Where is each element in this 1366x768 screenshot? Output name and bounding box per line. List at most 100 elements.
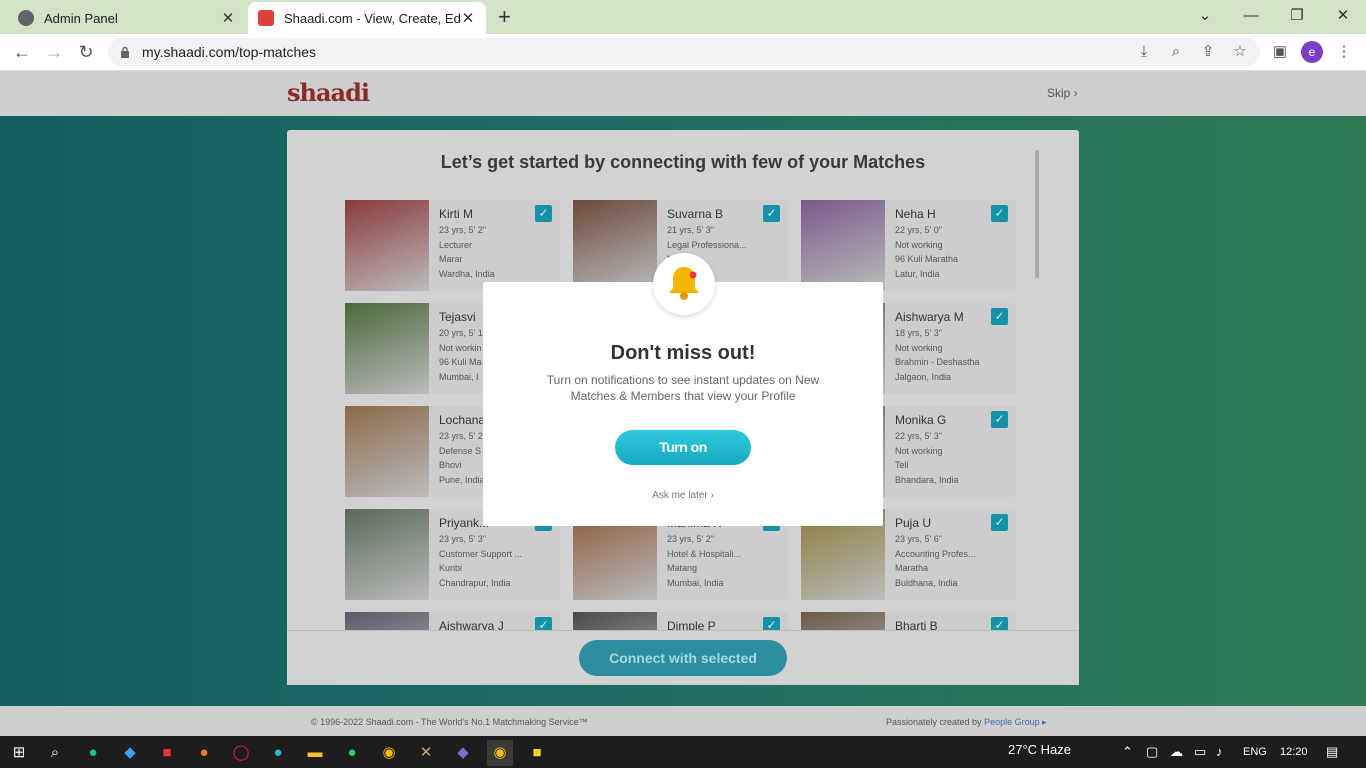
- match-name: Neha H: [895, 207, 936, 221]
- modal-title: Don't miss out!: [610, 342, 756, 364]
- scrollbar[interactable]: [1035, 150, 1039, 278]
- edge-icon[interactable]: ●: [265, 740, 291, 766]
- ask-me-later-link[interactable]: Ask me later ›: [483, 490, 883, 501]
- select-checkbox[interactable]: ✓: [763, 205, 780, 222]
- side-panel-icon[interactable]: ▣: [1270, 42, 1290, 62]
- close-window-button[interactable]: ✕: [1320, 4, 1366, 28]
- bookmark-star-icon[interactable]: ☆: [1230, 42, 1250, 62]
- match-name: Tejasvi: [439, 310, 476, 324]
- match-card[interactable]: Dimple P ✓: [573, 612, 788, 630]
- match-detail: 23 yrs, 5' 2": [667, 534, 714, 544]
- match-name: Puja U: [895, 516, 932, 530]
- grammarly-icon[interactable]: ●: [80, 740, 106, 766]
- reload-button[interactable]: ↻: [74, 40, 98, 64]
- match-photo[interactable]: [345, 612, 429, 630]
- sticky-notes-icon[interactable]: ■: [524, 740, 550, 766]
- minimize-button[interactable]: —: [1228, 4, 1274, 28]
- chrome-active-icon[interactable]: ◉: [487, 740, 513, 766]
- tab-shaadi[interactable]: Shaadi.com - View, Create, Edit, C ✕: [248, 2, 486, 34]
- match-card[interactable]: Kirti M 23 yrs, 5' 2" Lecturer Marar Wardha,…: [345, 200, 560, 291]
- people-group-link[interactable]: People Group ▸: [984, 717, 1047, 727]
- match-name: Dimple P: [667, 619, 716, 630]
- match-card[interactable]: Bharti B ✓: [801, 612, 1016, 630]
- match-detail: Lecturer: [439, 239, 473, 250]
- select-checkbox[interactable]: ✓: [991, 617, 1008, 630]
- match-detail: Customer Support ...: [439, 548, 523, 559]
- forward-button[interactable]: →: [42, 40, 66, 64]
- clock[interactable]: 12:20: [1280, 746, 1308, 758]
- connect-with-selected-button[interactable]: Connect with selected: [579, 640, 787, 676]
- app-icon[interactable]: ✕: [413, 740, 439, 766]
- windows-start-icon[interactable]: ⊞: [6, 740, 32, 766]
- menu-kebab-icon[interactable]: ⋮: [1334, 42, 1354, 62]
- new-tab-button[interactable]: +: [498, 4, 511, 30]
- tab-search-icon[interactable]: ⌄: [1182, 4, 1228, 28]
- page-title: Let’s get started by connecting with few…: [440, 152, 926, 172]
- match-photo[interactable]: [801, 200, 885, 291]
- match-name: Kirti M: [439, 207, 473, 221]
- select-checkbox[interactable]: ✓: [535, 617, 552, 630]
- match-detail: Teli: [895, 460, 909, 470]
- url-text: my.shaadi.com/top-matches: [142, 44, 317, 60]
- shaadi-logo[interactable]: shaadi: [287, 78, 370, 107]
- install-icon[interactable]: ⤓: [1134, 42, 1154, 62]
- tab-title: Shaadi.com - View, Create, Edit, C: [284, 10, 460, 26]
- tab-admin-panel[interactable]: Admin Panel ✕: [8, 2, 246, 34]
- select-checkbox[interactable]: ✓: [991, 411, 1008, 428]
- volume-icon[interactable]: ♪: [1216, 744, 1223, 759]
- match-photo[interactable]: [573, 200, 657, 291]
- whatsapp-icon[interactable]: ●: [339, 740, 365, 766]
- select-checkbox[interactable]: ✓: [991, 308, 1008, 325]
- match-detail: Matang: [667, 563, 698, 573]
- vscode-icon[interactable]: ◆: [117, 740, 143, 766]
- match-name: Suvarna B: [667, 207, 724, 221]
- close-tab-icon[interactable]: ✕: [460, 9, 476, 27]
- notifications-icon[interactable]: ▤: [1326, 744, 1338, 760]
- close-tab-icon[interactable]: ✕: [220, 9, 236, 27]
- meet-icon[interactable]: ▢: [1146, 744, 1158, 760]
- match-detail: 22 yrs, 5' 0": [895, 225, 942, 235]
- match-name: Lochana: [439, 413, 486, 427]
- language-indicator[interactable]: ENG: [1243, 746, 1267, 758]
- turn-on-button[interactable]: Turn on: [615, 430, 751, 465]
- match-photo[interactable]: [345, 509, 429, 600]
- match-photo[interactable]: [345, 406, 429, 497]
- match-detail: 23 yrs, 5' 6": [895, 534, 942, 544]
- site-header: [0, 71, 1366, 116]
- match-card[interactable]: Aishwarya J ✓: [345, 612, 560, 630]
- file-explorer-icon[interactable]: ▬: [302, 740, 328, 766]
- match-detail: Not working: [895, 342, 943, 353]
- restore-button[interactable]: ❐: [1274, 4, 1320, 28]
- cloud-icon[interactable]: ☁: [1170, 744, 1183, 760]
- select-checkbox[interactable]: ✓: [763, 617, 780, 630]
- match-detail: Hotel & Hospitali...: [667, 548, 742, 559]
- opera-icon[interactable]: ◯: [228, 740, 254, 766]
- match-photo[interactable]: [573, 612, 657, 630]
- address-bar[interactable]: my.shaadi.com/top-matches: [108, 38, 1260, 66]
- weather-widget[interactable]: 27°C Haze: [1008, 742, 1071, 757]
- bell-icon: [669, 267, 699, 300]
- match-photo[interactable]: [345, 303, 429, 394]
- skip-link[interactable]: Skip ›: [1047, 86, 1078, 100]
- tab-title: Admin Panel: [44, 10, 118, 26]
- match-card[interactable]: Neha H 22 yrs, 5' 0" Not working 96 Kuli Ma…: [801, 200, 1016, 291]
- firefox-icon[interactable]: ●: [191, 740, 217, 766]
- profile-avatar[interactable]: e: [1301, 41, 1323, 63]
- chevron-up-icon[interactable]: ⌃: [1122, 744, 1133, 760]
- chrome-icon[interactable]: ◉: [376, 740, 402, 766]
- zoom-icon[interactable]: ⌕: [1166, 42, 1186, 62]
- match-photo[interactable]: [345, 200, 429, 291]
- anydesk-icon[interactable]: ■: [154, 740, 180, 766]
- match-detail: Latur, India: [895, 268, 940, 279]
- select-checkbox[interactable]: ✓: [991, 205, 1008, 222]
- match-detail: Mumbai, India: [667, 577, 724, 588]
- select-checkbox[interactable]: ✓: [991, 514, 1008, 531]
- back-button[interactable]: ←: [10, 40, 34, 64]
- network-icon[interactable]: ▭: [1194, 744, 1206, 760]
- select-checkbox[interactable]: ✓: [535, 205, 552, 222]
- search-icon[interactable]: ⌕: [42, 740, 68, 766]
- match-photo[interactable]: [801, 612, 885, 630]
- share-icon[interactable]: ⇪: [1198, 42, 1218, 62]
- match-detail: 21 yrs, 5' 3": [667, 225, 714, 235]
- visual-studio-icon[interactable]: ◆: [450, 740, 476, 766]
